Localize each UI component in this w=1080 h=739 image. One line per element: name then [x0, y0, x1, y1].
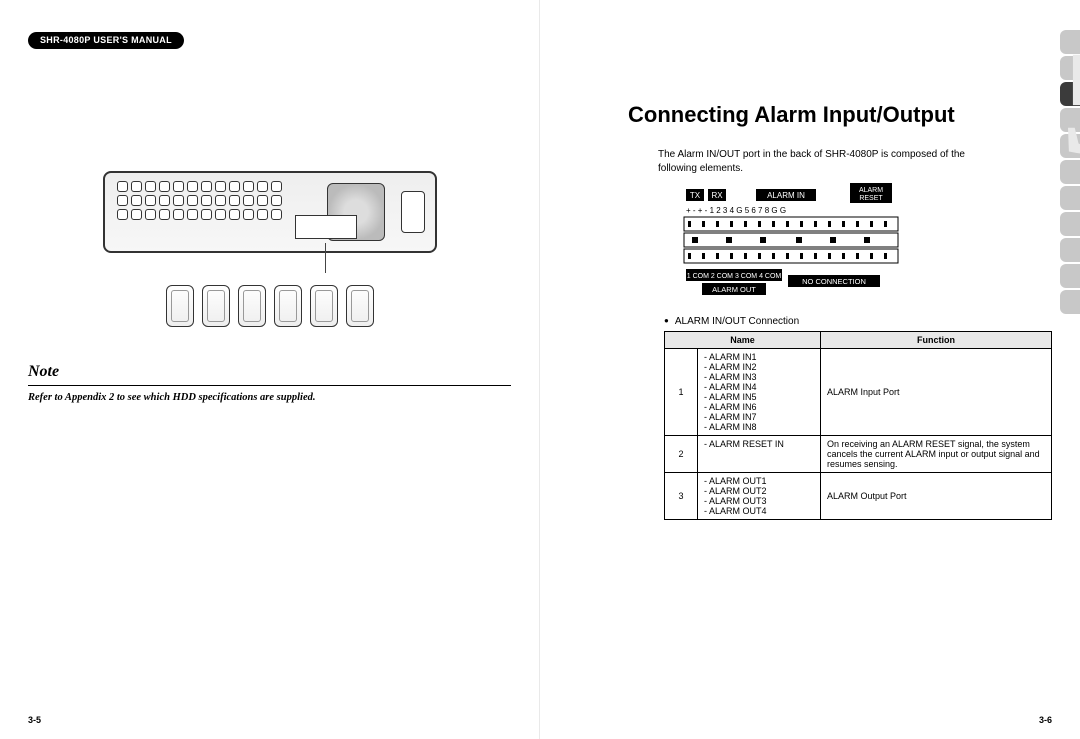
- terminal-diagram: TX RX ALARM IN ALARMRESET + - + - 1 2 3 …: [678, 183, 1052, 308]
- label-top-numbers: + - + - 1 2 3 4 G 5 6 7 8 G G: [686, 206, 786, 215]
- left-page: SHR-4080P USER'S MANUAL: [0, 0, 540, 739]
- terminal-diagram-svg: TX RX ALARM IN ALARMRESET + - + - 1 2 3 …: [678, 183, 978, 303]
- note-label: Note: [28, 363, 511, 381]
- power-plug-icon: [401, 191, 425, 233]
- row-function: ALARM Input Port: [821, 349, 1052, 436]
- terminal-block-icon: [295, 215, 357, 239]
- chapter-title: Connecting Alarm Input/Output: [628, 102, 1052, 128]
- intro-paragraph: The Alarm IN/OUT port in the back of SHR…: [658, 148, 998, 175]
- hdd-icon: [238, 285, 266, 327]
- label-bottom-block: 1 COM 2 COM 3 COM 4 COM: [687, 273, 782, 280]
- th-name: Name: [665, 332, 821, 349]
- hdd-icon: [166, 285, 194, 327]
- connector-grid-icon: [117, 181, 282, 220]
- note-block: Note Refer to Appendix 2 to see which HD…: [28, 363, 511, 403]
- terminal-rows-icon: [684, 217, 898, 263]
- rear-panel-illustration: [103, 171, 437, 253]
- row-name: - ALARM RESET IN: [698, 436, 821, 473]
- row-index: 3: [665, 473, 698, 520]
- row-index: 1: [665, 349, 698, 436]
- manual-title-tab: SHR-4080P USER'S MANUAL: [28, 32, 184, 49]
- hdd-icons-row: [28, 285, 511, 327]
- svg-text:RESET: RESET: [859, 195, 883, 202]
- page-number-left: 3-5: [28, 715, 41, 725]
- leader-line-icon: [325, 243, 326, 273]
- label-rx: RX: [711, 191, 723, 200]
- label-alarm-out: ALARM OUT: [712, 285, 756, 294]
- page-number-right: 3-6: [1039, 715, 1052, 725]
- row-index: 2: [665, 436, 698, 473]
- label-no-connection: NO CONNECTION: [802, 277, 866, 286]
- alarm-table: Name Function 1 - ALARM IN1 - ALARM IN2 …: [664, 331, 1052, 520]
- spread-container: SHR-4080P USER'S MANUAL: [0, 0, 1080, 739]
- row-function: On receiving an ALARM RESET signal, the …: [821, 436, 1052, 473]
- row-name: - ALARM OUT1 - ALARM OUT2 - ALARM OUT3 -…: [698, 473, 821, 520]
- horizontal-rule: [28, 385, 511, 386]
- table-row: 1 - ALARM IN1 - ALARM IN2 - ALARM IN3 - …: [665, 349, 1052, 436]
- hdd-icon: [346, 285, 374, 327]
- table-row: 2 - ALARM RESET IN On receiving an ALARM…: [665, 436, 1052, 473]
- hdd-icon: [202, 285, 230, 327]
- right-page: 5 Connecting Alarm Input/Output The Alar…: [540, 0, 1080, 739]
- row-function: ALARM Output Port: [821, 473, 1052, 520]
- section-heading: ALARM IN/OUT Connection: [664, 316, 1052, 327]
- label-tx: TX: [690, 191, 701, 200]
- th-function: Function: [821, 332, 1052, 349]
- page-spread: SHR-4080P USER'S MANUAL: [0, 0, 1080, 739]
- hdd-icon: [310, 285, 338, 327]
- note-text: Refer to Appendix 2 to see which HDD spe…: [28, 392, 511, 403]
- label-alarm-in: ALARM IN: [767, 191, 805, 200]
- row-name: - ALARM IN1 - ALARM IN2 - ALARM IN3 - AL…: [698, 349, 821, 436]
- table-row: 3 - ALARM OUT1 - ALARM OUT2 - ALARM OUT3…: [665, 473, 1052, 520]
- thumb-tabs: [1060, 30, 1080, 314]
- hdd-icon: [274, 285, 302, 327]
- svg-text:ALARM: ALARM: [859, 187, 883, 194]
